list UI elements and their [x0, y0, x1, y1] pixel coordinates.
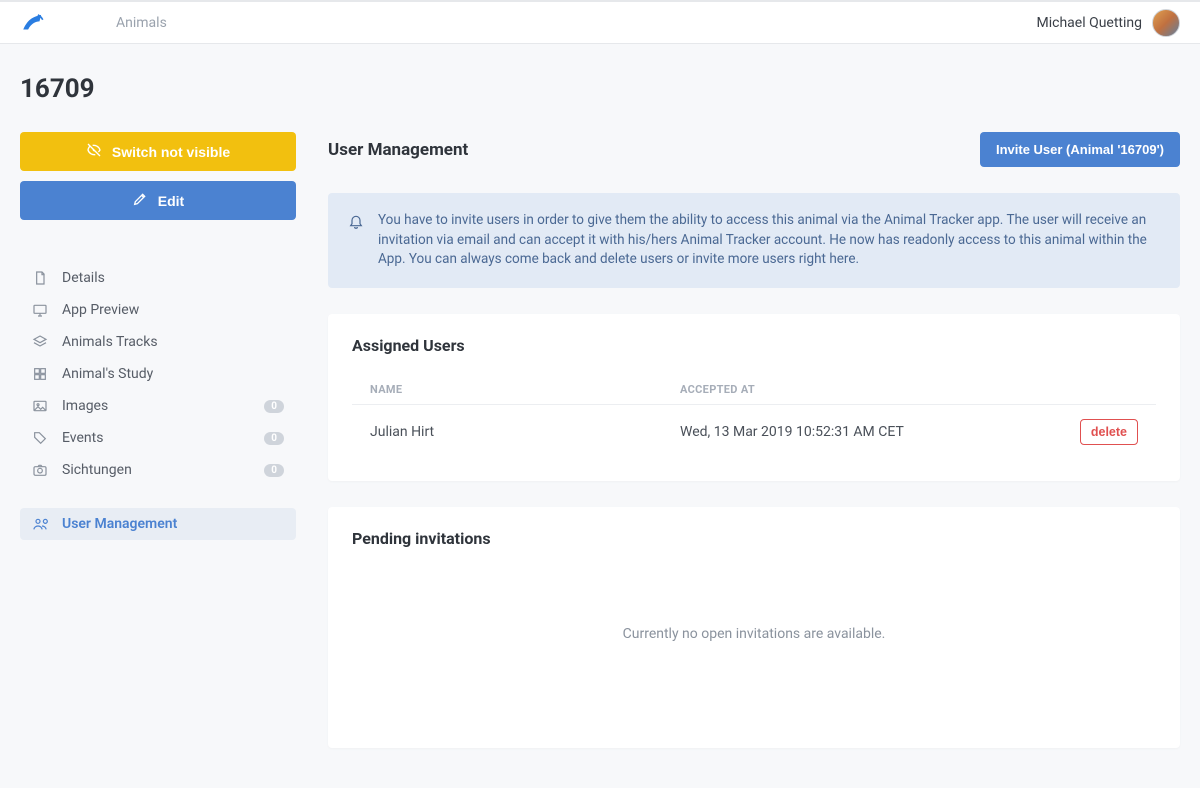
column-header-accepted: ACCEPTED AT: [680, 383, 1138, 396]
sidebar-item-label: Events: [62, 430, 250, 446]
card-title: Assigned Users: [352, 336, 1156, 355]
sidebar-item-label: User Management: [62, 516, 284, 532]
sidebar-item-app-preview[interactable]: App Preview: [20, 294, 296, 326]
bell-icon: [348, 213, 364, 270]
column-header-name: NAME: [370, 383, 680, 396]
switch-visibility-label: Switch not visible: [112, 144, 230, 160]
sidebar-item-label: App Preview: [62, 302, 284, 318]
eye-off-icon: [86, 142, 102, 161]
sidebar-item-user-management[interactable]: User Management: [20, 508, 296, 540]
grid-icon: [32, 366, 48, 382]
users-icon: [32, 516, 48, 532]
breadcrumb[interactable]: Animals: [116, 15, 167, 31]
edit-label: Edit: [158, 193, 184, 209]
count-badge: 0: [264, 432, 284, 445]
cell-name: Julian Hirt: [370, 424, 680, 440]
sidebar-item-animals-tracks[interactable]: Animals Tracks: [20, 326, 296, 358]
cell-accepted: Wed, 13 Mar 2019 10:52:31 AM CET: [680, 424, 1080, 440]
assigned-users-card: Assigned Users NAME ACCEPTED AT Julian H…: [328, 314, 1180, 481]
sidebar-item-images[interactable]: Images 0: [20, 390, 296, 422]
monitor-icon: [32, 302, 48, 318]
camera-icon: [32, 462, 48, 478]
sidebar-item-label: Details: [62, 270, 284, 286]
count-badge: 0: [264, 464, 284, 477]
info-banner-text: You have to invite users in order to giv…: [378, 211, 1160, 270]
card-title: Pending invitations: [352, 529, 1156, 548]
side-nav: Details App Preview Animals Tracks Anima…: [20, 262, 296, 540]
main-content: User Management Invite User (Animal '167…: [328, 132, 1180, 748]
table-row: Julian Hirt Wed, 13 Mar 2019 10:52:31 AM…: [352, 404, 1156, 453]
layers-icon: [32, 334, 48, 350]
section-title: User Management: [328, 140, 468, 160]
delete-button[interactable]: delete: [1080, 419, 1138, 445]
edit-button[interactable]: Edit: [20, 181, 296, 220]
sidebar-item-label: Animal's Study: [62, 366, 284, 382]
sidebar-item-label: Sichtungen: [62, 462, 250, 478]
invite-user-button[interactable]: Invite User (Animal '16709'): [980, 132, 1180, 167]
sidebar-item-label: Images: [62, 398, 250, 414]
info-banner: You have to invite users in order to giv…: [328, 193, 1180, 288]
topbar: Animals Michael Quetting: [0, 0, 1200, 44]
app-logo[interactable]: [20, 10, 46, 36]
sidebar-item-events[interactable]: Events 0: [20, 422, 296, 454]
sidebar-item-animals-study[interactable]: Animal's Study: [20, 358, 296, 390]
switch-visibility-button[interactable]: Switch not visible: [20, 132, 296, 171]
avatar[interactable]: [1152, 9, 1180, 37]
topbar-user-name[interactable]: Michael Quetting: [1036, 15, 1142, 31]
pending-invitations-card: Pending invitations Currently no open in…: [328, 507, 1180, 748]
image-icon: [32, 398, 48, 414]
sidebar-item-sichtungen[interactable]: Sichtungen 0: [20, 454, 296, 486]
count-badge: 0: [264, 400, 284, 413]
sidebar-item-details[interactable]: Details: [20, 262, 296, 294]
document-icon: [32, 270, 48, 286]
pencil-icon: [132, 191, 148, 210]
tag-icon: [32, 430, 48, 446]
page-title: 16709: [20, 74, 1180, 104]
table-header: NAME ACCEPTED AT: [352, 375, 1156, 404]
sidebar-item-label: Animals Tracks: [62, 334, 284, 350]
sidebar: Switch not visible Edit Details App Prev…: [20, 132, 296, 540]
